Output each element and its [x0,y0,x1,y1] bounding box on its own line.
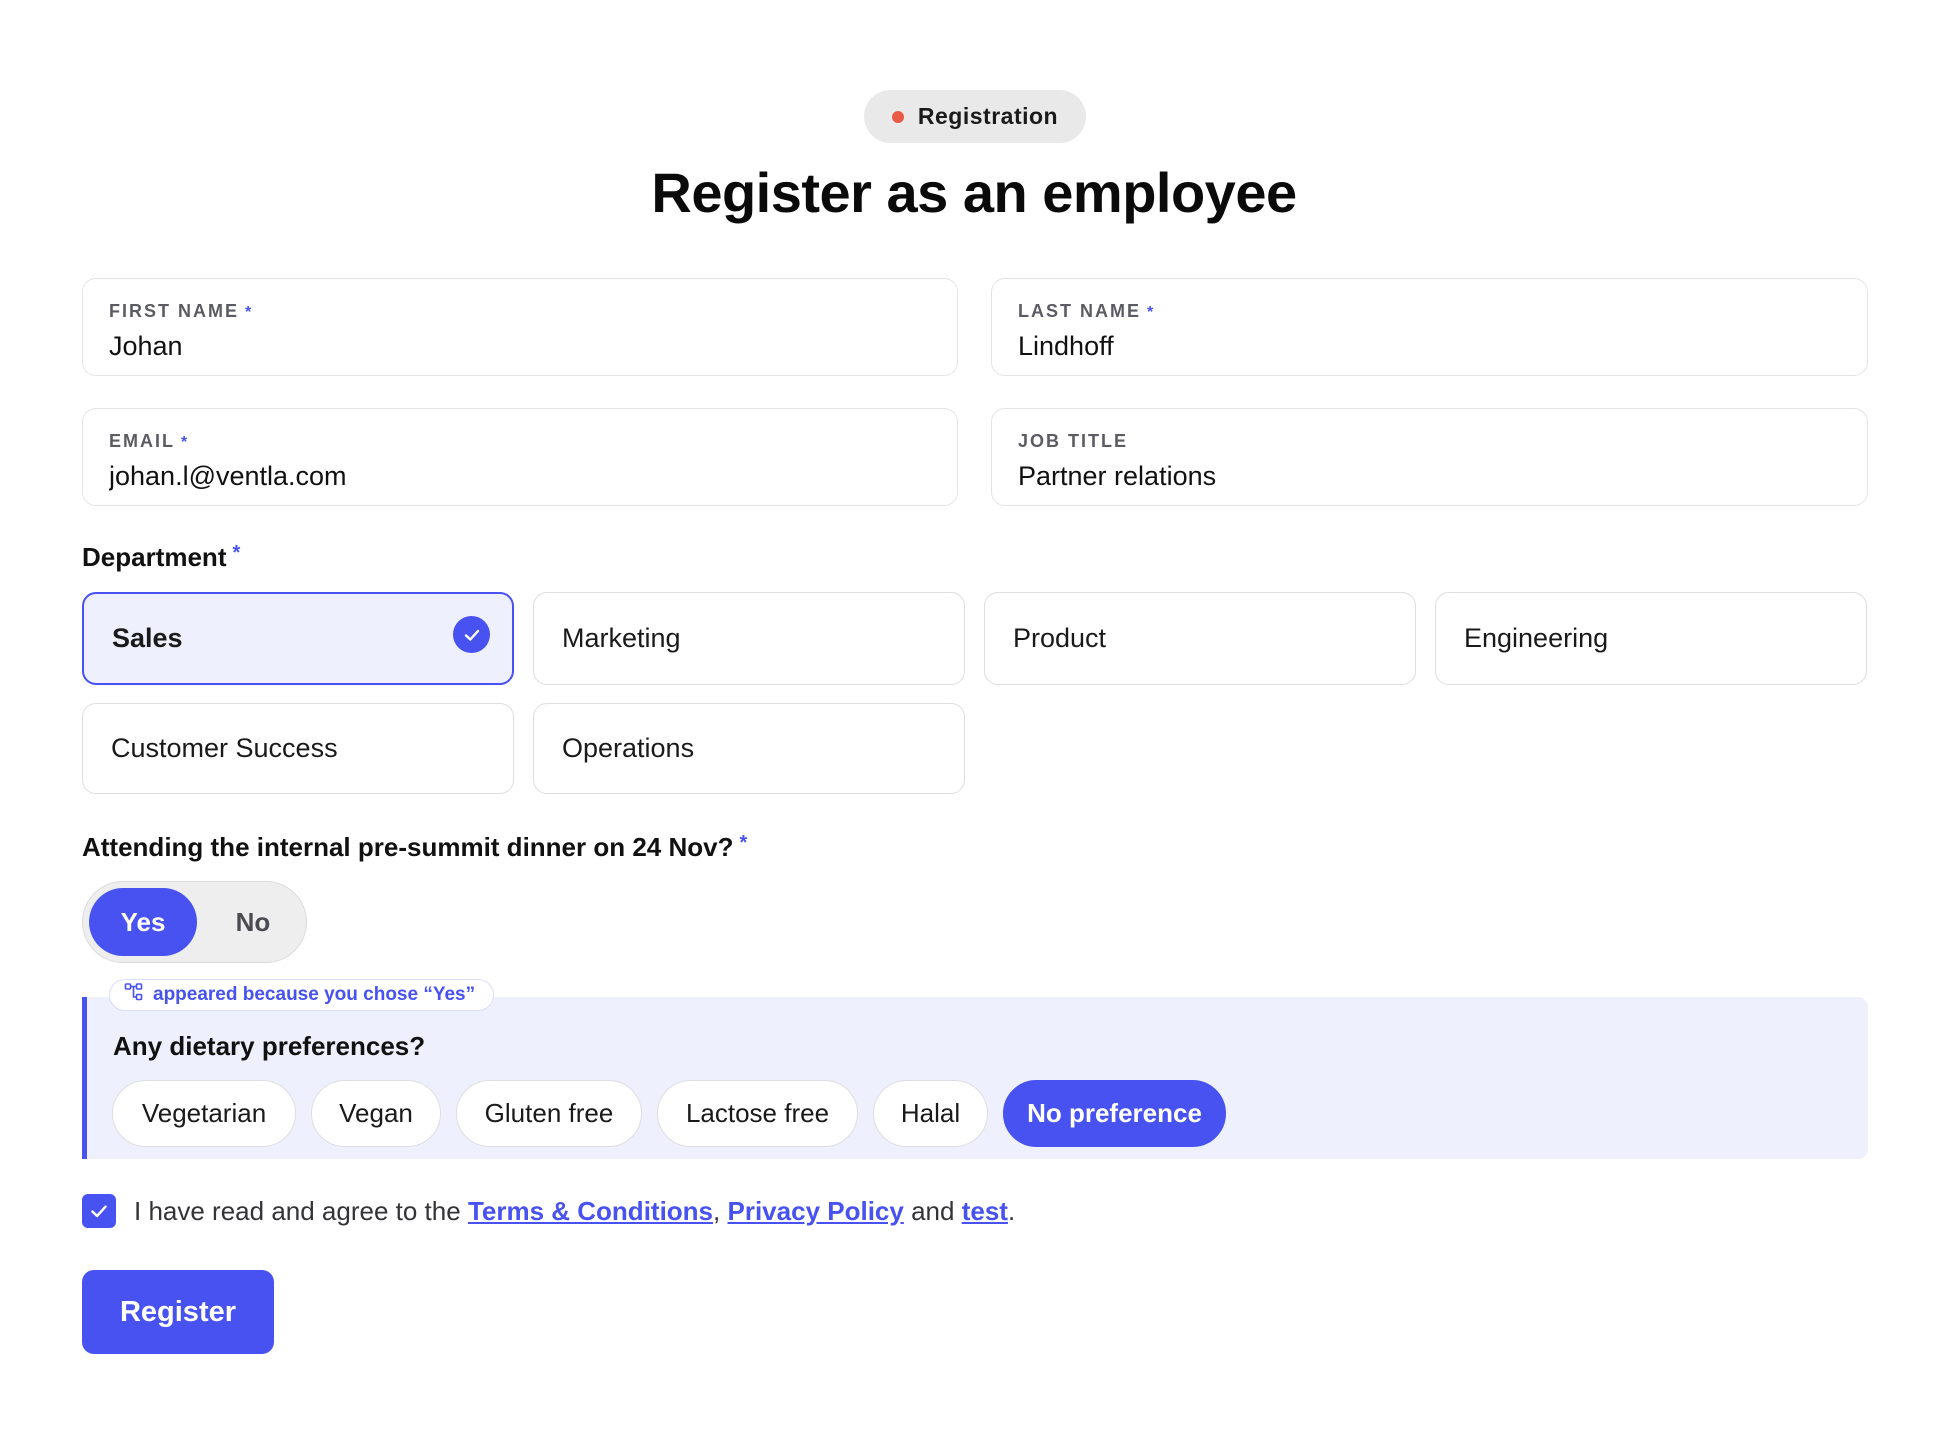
checkmark-circle-icon [453,616,490,653]
email-label: EMAIL [109,431,175,451]
department-option-label: Sales [112,623,183,653]
terms-link[interactable]: Terms & Conditions [468,1196,713,1226]
last-name-field: LAST NAME * [991,278,1868,376]
department-option-label: Operations [562,733,695,763]
agreement-text: I have read and agree to the Terms & Con… [134,1195,1016,1226]
status-dot-icon [891,110,904,123]
department-option-sales[interactable]: Sales [82,592,514,685]
last-name-label: LAST NAME [1018,301,1141,321]
job-title-label: JOB TITLE [1018,431,1129,451]
test-link[interactable]: test [962,1196,1008,1226]
last-name-input[interactable] [1018,331,1841,362]
required-mark: * [1147,304,1156,321]
privacy-policy-link[interactable]: Privacy Policy [728,1196,904,1226]
department-option-product[interactable]: Product [984,592,1416,685]
department-option-label: Marketing [562,623,681,653]
first-name-input[interactable] [109,331,931,362]
page-title: Register as an employee [651,161,1297,224]
registration-badge: Registration [864,90,1086,143]
checkbox-check-icon [91,1205,107,1218]
department-option-customer-success[interactable]: Customer Success [82,703,514,794]
dietary-option-halal[interactable]: Halal [873,1080,988,1147]
dietary-option-vegetarian[interactable]: Vegetarian [112,1080,296,1147]
condition-tag-text: appeared because you chose “Yes” [153,984,476,1005]
required-mark: * [739,832,748,854]
dietary-option-vegan[interactable]: Vegan [311,1080,441,1147]
required-mark: * [232,542,241,564]
dinner-no-button[interactable]: No [203,888,303,956]
first-name-field: FIRST NAME * [82,278,958,376]
job-title-field: JOB TITLE [991,408,1868,506]
registration-badge-label: Registration [917,103,1059,129]
register-button[interactable]: Register [82,1270,274,1354]
first-name-label: FIRST NAME [109,301,239,321]
department-option-engineering[interactable]: Engineering [1435,592,1867,685]
required-mark: * [181,434,190,451]
department-option-label: Product [1013,623,1107,653]
job-title-input[interactable] [1018,461,1841,492]
dietary-option-gluten-free[interactable]: Gluten free [456,1080,642,1147]
department-option-label: Engineering [1464,623,1609,653]
department-option-label: Customer Success [111,733,338,763]
department-label: Department * [82,542,241,572]
email-input[interactable] [109,461,931,492]
department-option-marketing[interactable]: Marketing [533,592,965,685]
dinner-toggle: Yes No [82,881,307,963]
required-mark: * [245,304,254,321]
dietary-option-lactose-free[interactable]: Lactose free [657,1080,858,1147]
dietary-panel: Any dietary preferences? Vegetarian Vega… [82,997,1868,1159]
dinner-yes-button[interactable]: Yes [89,888,197,956]
dinner-question: Attending the internal pre-summit dinner… [82,832,748,862]
department-option-operations[interactable]: Operations [533,703,965,794]
branch-icon [124,982,144,1008]
email-field: EMAIL * [82,408,958,506]
dietary-option-no-preference[interactable]: No preference [1003,1080,1226,1147]
agree-checkbox[interactable] [82,1194,116,1228]
dietary-question: Any dietary preferences? [113,1031,426,1061]
condition-tag: appeared because you chose “Yes” [109,979,495,1011]
agreement-row: I have read and agree to the Terms & Con… [82,1194,1015,1228]
